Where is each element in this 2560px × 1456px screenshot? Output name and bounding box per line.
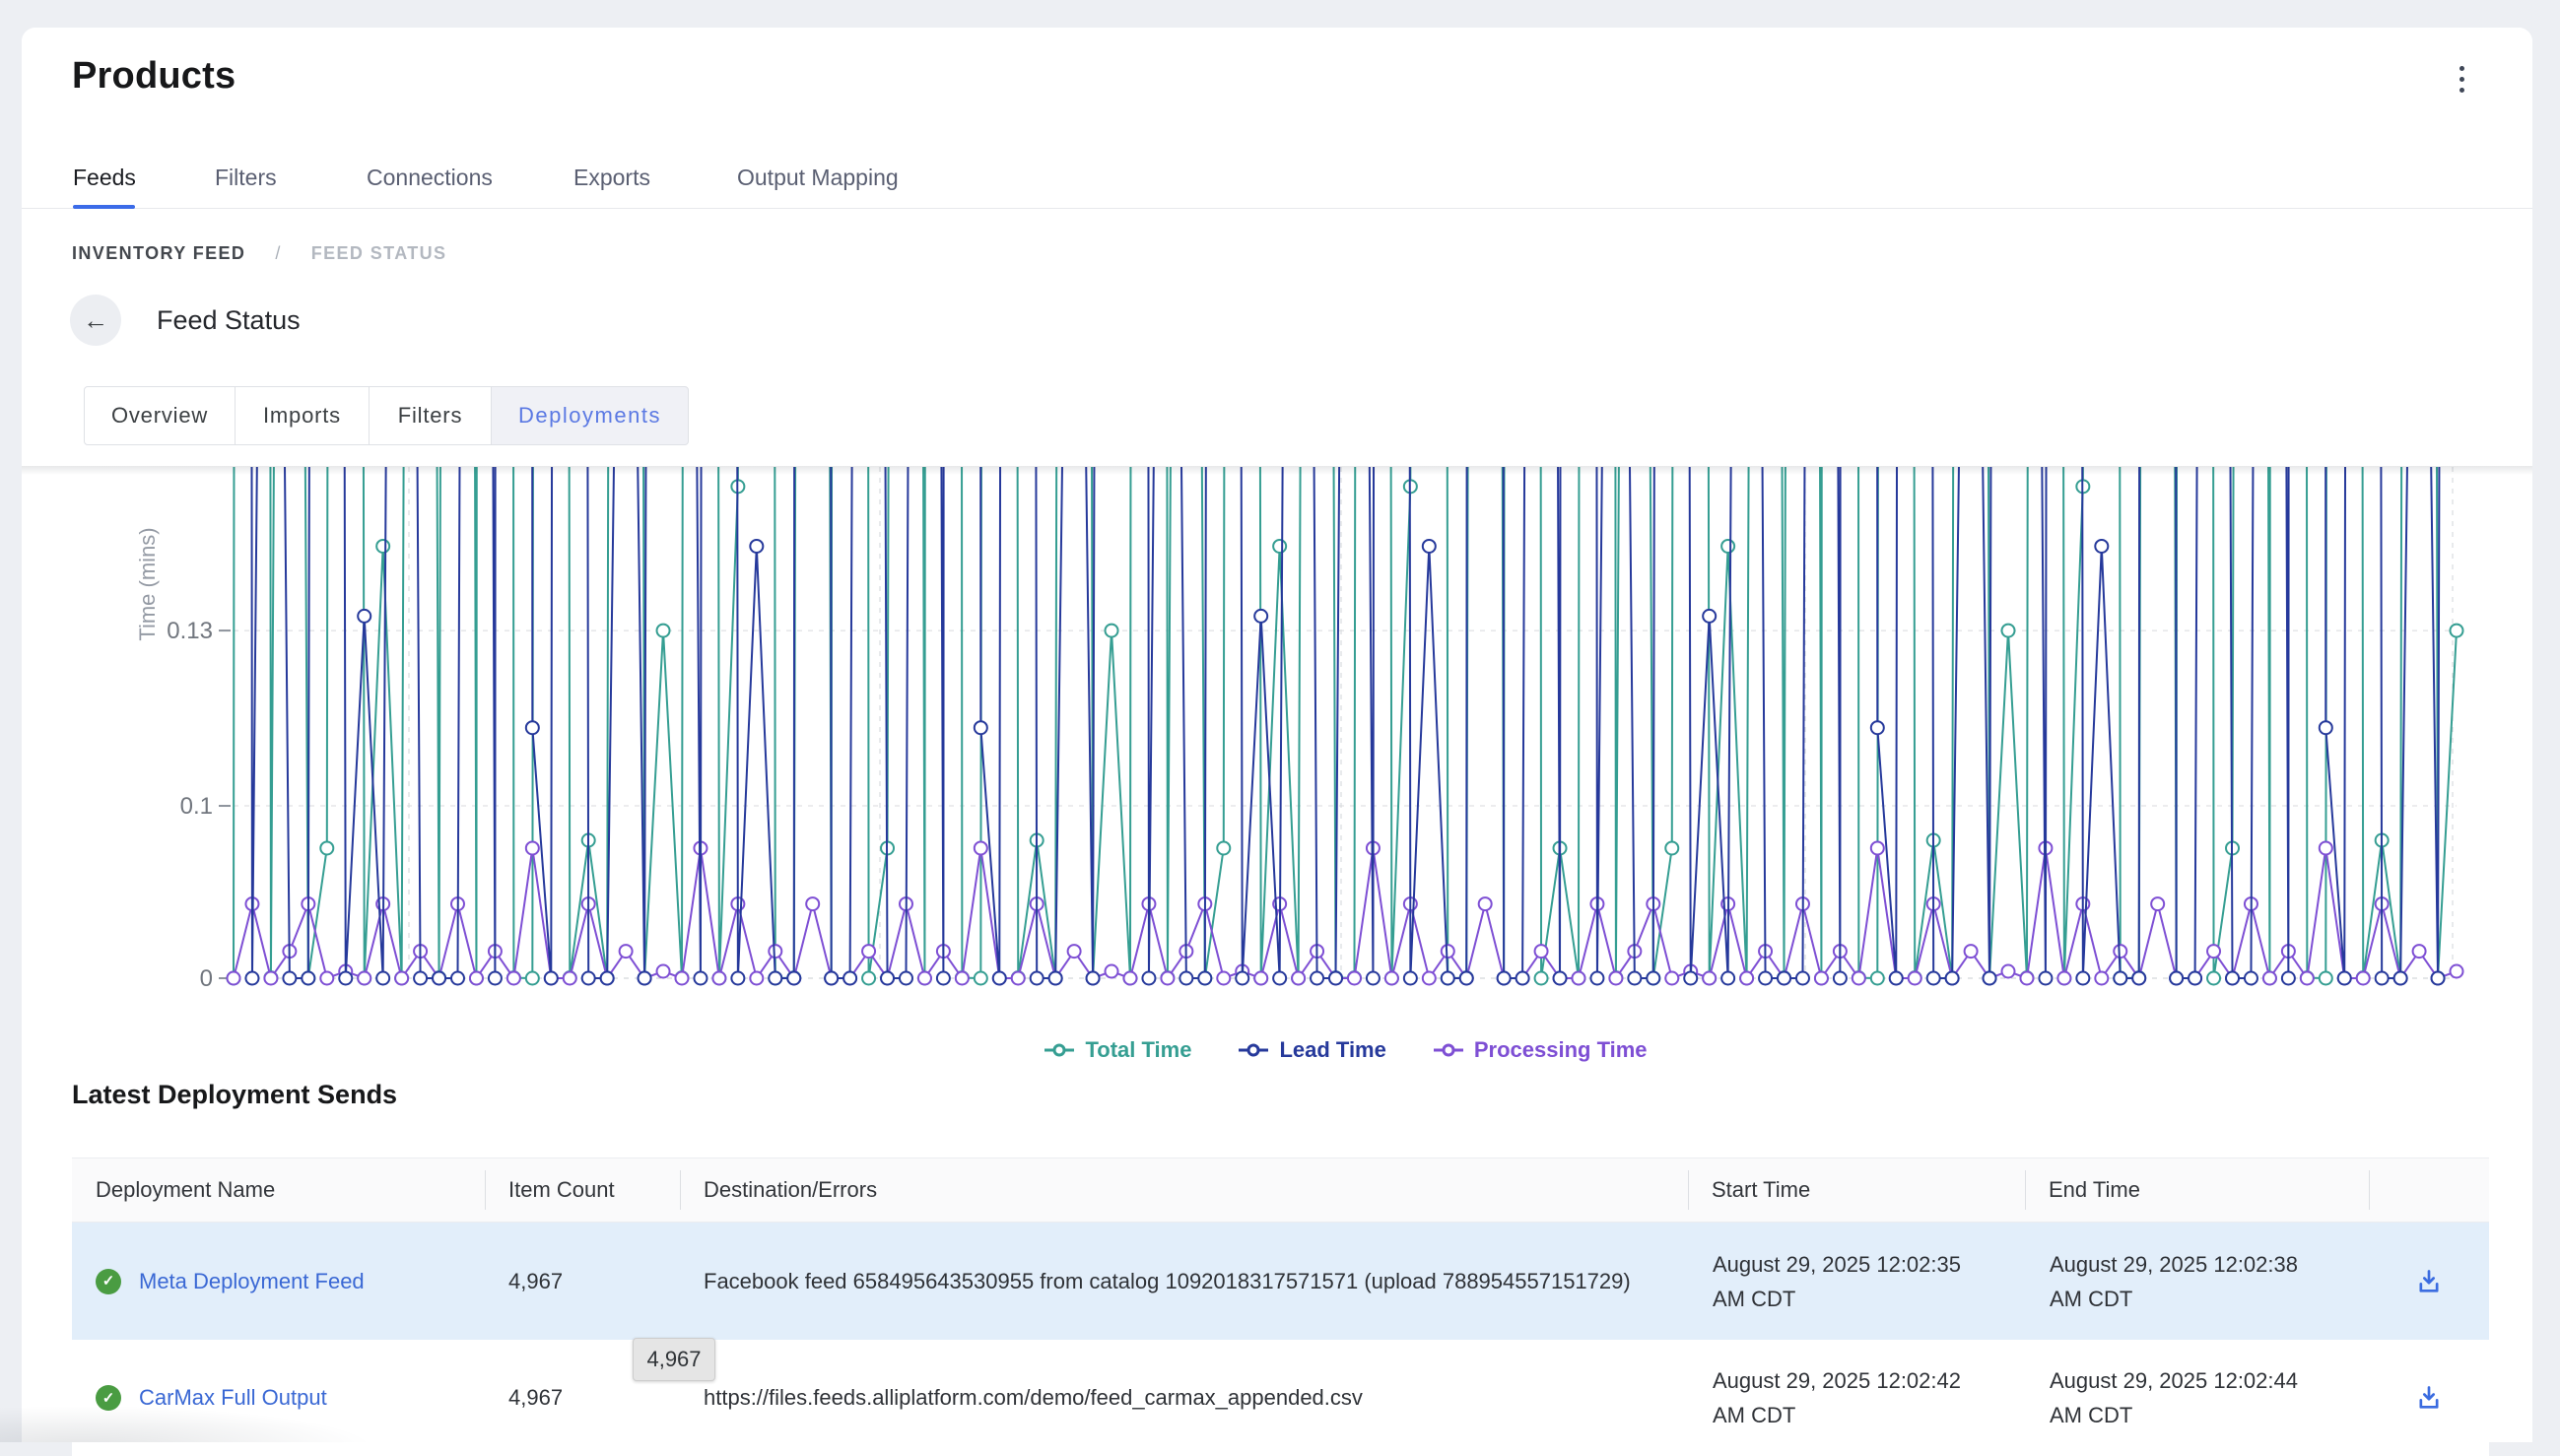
- line-marker-icon: [1043, 1043, 1076, 1057]
- subtab-overview[interactable]: Overview: [84, 386, 236, 445]
- col-deployment-name: Deployment Name: [72, 1177, 485, 1203]
- deployment-name-link[interactable]: CarMax Full Output: [139, 1385, 327, 1411]
- success-check-icon: ✓: [96, 1385, 121, 1411]
- download-button[interactable]: [2414, 1383, 2444, 1413]
- success-check-icon: ✓: [96, 1269, 121, 1294]
- legend-processing-time[interactable]: Processing Time: [1432, 1037, 1648, 1063]
- deployments-table: Deployment Name Item Count Destination/E…: [72, 1158, 2489, 1456]
- chart-legend: Total Time Lead Time Processing Time: [234, 1034, 2457, 1066]
- svg-text:Time (mins): Time (mins): [135, 527, 160, 640]
- kebab-menu-icon[interactable]: [2448, 57, 2475, 100]
- end-time-cell: August 29, 2025 12:02:38 AM CDT: [2025, 1247, 2369, 1316]
- arrow-left-icon: ←: [83, 307, 108, 333]
- breadcrumb: INVENTORY FEED / FEED STATUS: [72, 240, 446, 266]
- column-divider: [1688, 1170, 1689, 1210]
- column-divider: [485, 1170, 486, 1210]
- item-count-cell: 4,967: [485, 1385, 680, 1411]
- breadcrumb-inventory-feed[interactable]: INVENTORY FEED: [72, 243, 245, 264]
- start-time-cell: August 29, 2025 12:02:35 AM CDT: [1688, 1247, 2025, 1316]
- destination-cell: Facebook feed 658495643530955 from catal…: [680, 1269, 1688, 1294]
- svg-text:0.13: 0.13: [167, 618, 213, 644]
- legend-label: Processing Time: [1474, 1037, 1648, 1063]
- subtab-filters[interactable]: Filters: [369, 386, 492, 445]
- tab-feeds[interactable]: Feeds: [73, 154, 136, 201]
- table-header-row: Deployment Name Item Count Destination/E…: [72, 1158, 2489, 1223]
- breadcrumb-feed-status: FEED STATUS: [311, 243, 447, 264]
- tab-filters[interactable]: Filters: [215, 154, 277, 201]
- end-time-cell: August 29, 2025 12:02:44 AM CDT: [2025, 1363, 2369, 1432]
- table-row[interactable]: ✓ Meta Deployment Feed 4,967 Facebook fe…: [72, 1223, 2489, 1340]
- column-divider: [2025, 1170, 2026, 1210]
- tab-connections[interactable]: Connections: [367, 154, 493, 201]
- tab-exports[interactable]: Exports: [573, 154, 650, 201]
- svg-text:0: 0: [200, 965, 213, 992]
- item-count-tooltip: 4,967: [633, 1338, 715, 1381]
- col-item-count: Item Count: [485, 1177, 680, 1203]
- feed-status-title: Feed Status: [157, 305, 301, 336]
- back-button[interactable]: ←: [70, 295, 121, 346]
- col-destination-errors: Destination/Errors: [680, 1177, 1688, 1203]
- column-divider: [2369, 1170, 2370, 1210]
- header-scroll-shadow: [22, 466, 2532, 475]
- destination-cell: https://files.feeds.alliplatform.com/dem…: [680, 1385, 1688, 1411]
- subtab-imports[interactable]: Imports: [235, 386, 370, 445]
- page-title: Products: [72, 55, 236, 98]
- line-marker-icon: [1237, 1043, 1270, 1057]
- deployment-name-link[interactable]: Meta Deployment Feed: [139, 1269, 365, 1294]
- start-time-cell: August 29, 2025 12:02:42 AM CDT: [1688, 1363, 2025, 1432]
- col-end-time: End Time: [2025, 1177, 2369, 1203]
- download-icon: [2415, 1268, 2443, 1295]
- active-tab-indicator: [73, 205, 135, 209]
- breadcrumb-separator: /: [275, 243, 281, 264]
- legend-lead-time[interactable]: Lead Time: [1237, 1037, 1385, 1063]
- legend-label: Total Time: [1085, 1037, 1191, 1063]
- table-row[interactable]: ✓ CarMax Full Output 4,967 https://files…: [72, 1340, 2489, 1456]
- tab-output-mapping[interactable]: Output Mapping: [737, 154, 899, 201]
- svg-text:0.1: 0.1: [180, 793, 213, 820]
- legend-total-time[interactable]: Total Time: [1043, 1037, 1191, 1063]
- products-card: 0.13 0.1 0 Time (mins) Total Time Lead Time…: [22, 28, 2532, 1442]
- sticky-header: Products Feeds Filters Connections Expor…: [22, 28, 2532, 466]
- main-tabs: Feeds Filters Connections Exports Output…: [22, 154, 2532, 201]
- latest-deployment-sends-title: Latest Deployment Sends: [72, 1080, 397, 1110]
- deployment-times-chart[interactable]: 0.13 0.1 0 Time (mins): [22, 467, 2532, 1006]
- tabs-divider: [22, 208, 2532, 209]
- download-icon: [2415, 1384, 2443, 1412]
- feed-status-subtabs: Overview Imports Filters Deployments: [84, 386, 689, 445]
- download-button[interactable]: [2414, 1267, 2444, 1296]
- line-marker-icon: [1432, 1043, 1465, 1057]
- legend-label: Lead Time: [1279, 1037, 1385, 1063]
- item-count-cell: 4,967: [485, 1269, 680, 1294]
- col-start-time: Start Time: [1688, 1177, 2025, 1203]
- column-divider: [680, 1170, 681, 1210]
- subtab-deployments[interactable]: Deployments: [491, 386, 689, 445]
